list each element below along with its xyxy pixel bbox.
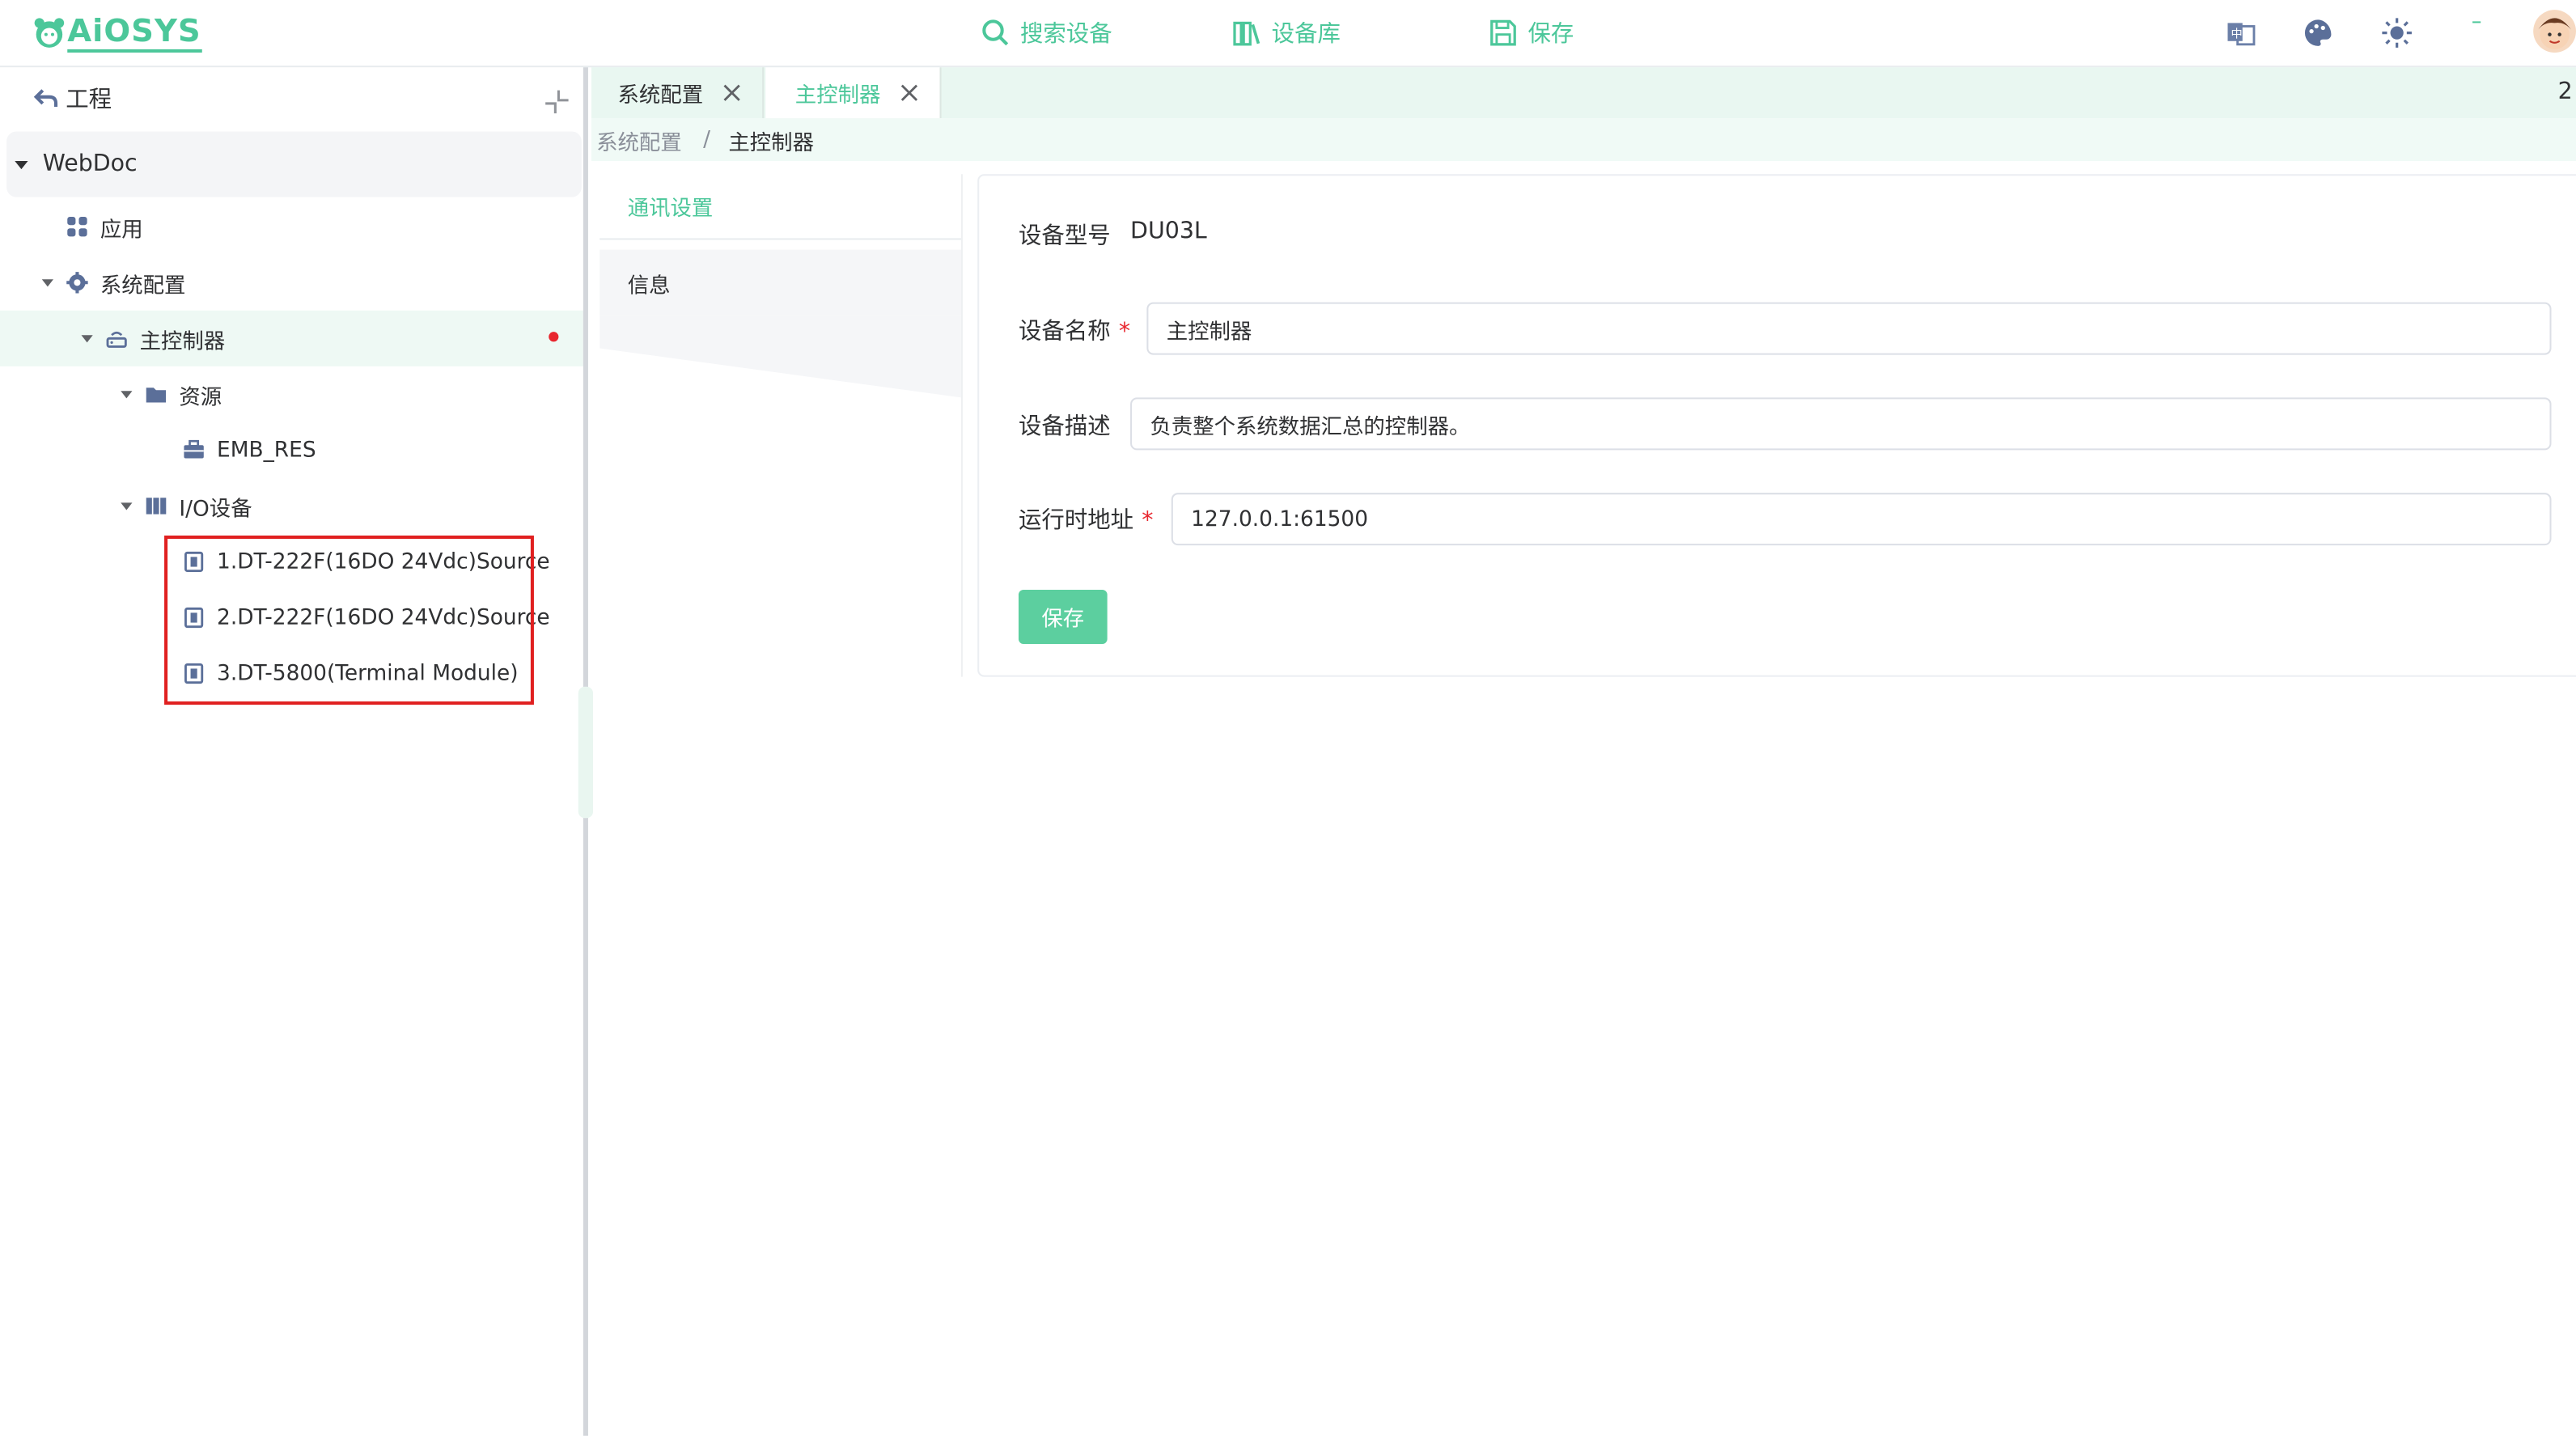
collapse-icon[interactable]: [544, 89, 570, 115]
tree-label-app: 应用: [100, 218, 143, 243]
library-icon: [1233, 21, 1260, 46]
close-icon[interactable]: [722, 84, 740, 102]
bear-logo-icon: [34, 18, 65, 48]
tree-label-webdoc: WebDoc: [42, 150, 138, 178]
folder-icon: [146, 388, 167, 403]
apps-grid-icon: [67, 217, 87, 237]
sidebar-resize-handle[interactable]: [578, 686, 594, 819]
breadcrumb: 系统配置 / 主控制器: [591, 118, 2576, 161]
palette-icon[interactable]: [2302, 16, 2335, 49]
tab-count: 2: [2557, 78, 2573, 105]
unsaved-dot: [549, 332, 559, 342]
caret-down-icon: [121, 391, 133, 399]
device-library-label: 设备库: [1271, 21, 1341, 48]
tree-node-emb-res[interactable]: EMB_RES: [0, 422, 583, 478]
sidebar-title: 工程: [66, 87, 112, 114]
app-logo[interactable]: AiOSYS: [33, 10, 201, 56]
tree-node-system-config[interactable]: 系统配置: [0, 255, 583, 311]
device-name-input[interactable]: [1146, 302, 2552, 355]
caret-down-icon: [15, 160, 28, 170]
tree-label-emb-res: EMB_RES: [217, 438, 316, 463]
caret-down-icon: [121, 502, 133, 510]
tree-node-webdoc[interactable]: WebDoc: [6, 131, 582, 197]
search-device-button[interactable]: 搜索设备: [981, 0, 1112, 66]
tree-node-resources[interactable]: 资源: [0, 366, 583, 422]
name-label: 设备名称 *: [1019, 314, 1130, 347]
menu-item-label: 通讯设置: [627, 197, 714, 222]
tree-node-app[interactable]: 应用: [0, 199, 583, 255]
menu-item-label: 信息: [627, 273, 671, 299]
search-icon: [982, 19, 1009, 46]
save-project-label: 保存: [1527, 21, 1574, 48]
menu-item-info[interactable]: 信息: [600, 249, 961, 316]
io-rack-icon: [146, 498, 167, 515]
tree-label-io-devices: I/O设备: [179, 497, 252, 522]
model-value: DU03L: [1130, 218, 1207, 245]
close-icon[interactable]: [900, 84, 918, 102]
required-mark: *: [1118, 318, 1131, 345]
user-avatar-icon: [2538, 18, 2571, 49]
menu-item-comm-settings[interactable]: 通讯设置: [600, 174, 961, 240]
save-project-button[interactable]: 保存: [1489, 0, 1574, 66]
tab-system-config[interactable]: 系统配置: [591, 67, 765, 119]
logo-text: AiOSYS: [67, 13, 201, 53]
router-icon: [106, 331, 127, 348]
desc-label: 设备描述: [1018, 413, 1111, 441]
editor-tabs: 系统配置 主控制器: [591, 67, 2576, 119]
model-label: 设备型号: [1018, 223, 1111, 250]
top-header: AiOSYS 搜索设备 设备库 保存 中: [0, 0, 2576, 68]
tab-main-controller[interactable]: 主控制器: [765, 67, 942, 119]
save-button[interactable]: 保存: [1018, 589, 1108, 644]
device-desc-input[interactable]: [1130, 397, 2552, 451]
name-label-text: 设备名称: [1018, 318, 1111, 345]
annotation-highlight-box: [164, 535, 534, 705]
tab-label: 系统配置: [617, 83, 704, 109]
breadcrumb-parent[interactable]: 系统配置: [596, 124, 682, 155]
back-arrow-icon[interactable]: [33, 86, 59, 112]
tree-label-main-controller: 主控制器: [139, 329, 226, 354]
tab-label: 主控制器: [794, 83, 881, 109]
runtime-address-input[interactable]: [1171, 493, 2552, 546]
sidebar-header: 工程: [0, 67, 583, 129]
caret-down-icon: [81, 335, 93, 343]
tree-node-main-controller[interactable]: 主控制器: [0, 310, 583, 366]
toolbox-icon: [184, 439, 204, 459]
addr-label: 运行时地址 *: [1019, 502, 1154, 536]
search-device-label: 搜索设备: [1020, 21, 1112, 48]
breadcrumb-current: 主控制器: [728, 130, 815, 155]
device-library-button[interactable]: 设备库: [1232, 0, 1341, 66]
indicator-dash: [2472, 21, 2481, 23]
breadcrumb-separator: /: [703, 127, 711, 152]
sun-icon[interactable]: [2380, 16, 2413, 49]
caret-down-icon: [41, 279, 53, 287]
settings-menu: 通讯设置 信息: [600, 174, 963, 677]
save-icon: [1490, 19, 1516, 46]
menu-shadow-decoration: [600, 315, 961, 398]
tree-label-system-config: 系统配置: [100, 273, 186, 299]
tree-label-resources: 资源: [179, 385, 222, 410]
tree-node-io-devices[interactable]: I/O设备: [0, 478, 583, 534]
svg-text:中: 中: [2231, 28, 2243, 41]
avatar[interactable]: [2533, 10, 2576, 53]
project-sidebar: 工程 WebDoc 应用 系统配置 主控制器 资源 EMB_RES I/O设备 …: [0, 67, 583, 1436]
required-mark: *: [1142, 507, 1154, 534]
translate-icon[interactable]: 中: [2224, 16, 2257, 49]
gear-icon: [66, 272, 88, 294]
addr-label-text: 运行时地址: [1018, 507, 1134, 534]
